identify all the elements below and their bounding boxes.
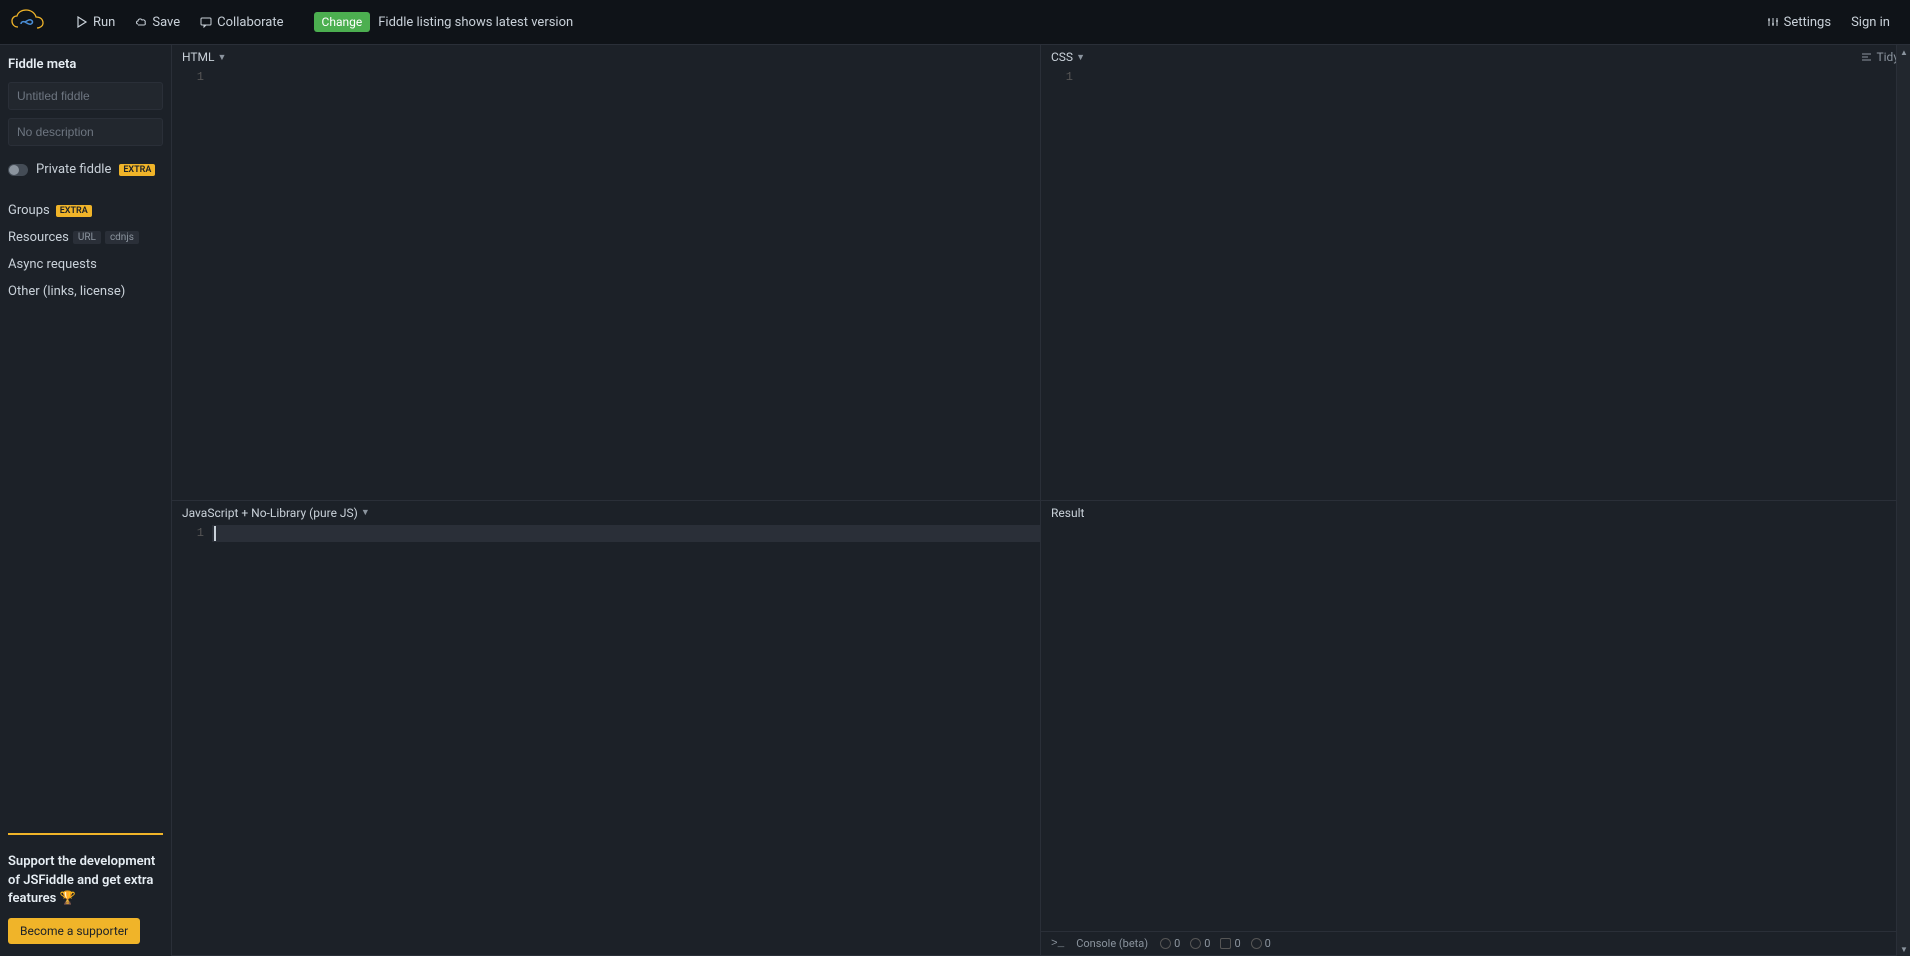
collaborate-label: Collaborate (217, 15, 283, 30)
html-editor[interactable]: 1 (172, 69, 1040, 500)
result-frame[interactable] (1041, 525, 1909, 956)
result-panel: Result >_ Console (beta) 0 0 (1041, 501, 1910, 956)
settings-label: Settings (1784, 15, 1831, 30)
js-label: JavaScript + No-Library (pure JS) (182, 506, 358, 520)
play-icon (76, 16, 88, 28)
scrollbar-vertical[interactable]: ▲ ▼ (1896, 45, 1910, 956)
support-box: Support the development of JSFiddle and … (8, 833, 163, 944)
sidebar-item-other[interactable]: Other (links, license) (8, 278, 163, 305)
chevron-down-icon: ▼ (1076, 52, 1085, 63)
private-label: Private fiddle (36, 162, 111, 177)
result-label: Result (1051, 506, 1084, 520)
css-editor[interactable]: 1 (1041, 69, 1909, 500)
info-icon (1160, 938, 1171, 949)
active-line-highlight (212, 525, 1040, 542)
result-panel-header: Result (1041, 501, 1909, 525)
cloud-save-icon (135, 16, 147, 28)
tidy-icon (1861, 52, 1872, 63)
console-label: Console (beta) (1076, 937, 1148, 950)
debug-icon (1190, 938, 1201, 949)
run-button[interactable]: Run (66, 0, 125, 45)
resources-label: Resources (8, 230, 69, 245)
css-label: CSS (1051, 50, 1073, 64)
support-button[interactable]: Become a supporter (8, 918, 140, 944)
html-gutter: 1 (172, 69, 212, 500)
text-cursor (214, 526, 216, 541)
sliders-icon (1767, 16, 1779, 28)
error-icon (1251, 938, 1262, 949)
groups-label: Groups (8, 203, 50, 218)
signin-button[interactable]: Sign in (1841, 0, 1900, 45)
async-label: Async requests (8, 257, 97, 272)
notice-text: Fiddle listing shows latest version (378, 15, 573, 30)
sidebar-item-resources[interactable]: Resources URL cdnjs (8, 224, 163, 251)
private-toggle[interactable] (8, 164, 28, 176)
console-error-counter: 0 (1251, 937, 1271, 950)
console-debug-counter: 0 (1190, 937, 1210, 950)
scroll-up-icon[interactable]: ▲ (1897, 45, 1910, 59)
js-panel-header[interactable]: JavaScript + No-Library (pure JS) ▼ (172, 501, 1040, 525)
sidebar: Fiddle meta Private fiddle EXTRA Groups … (0, 45, 172, 956)
save-button[interactable]: Save (125, 0, 190, 45)
groups-extra-badge: EXTRA (56, 205, 92, 217)
html-panel: HTML ▼ 1 (172, 45, 1041, 501)
fiddle-meta-title: Fiddle meta (8, 57, 163, 72)
html-label: HTML (182, 50, 215, 64)
editor-area: HTML ▼ 1 CSS ▼ (172, 45, 1910, 956)
console-warn-counter: 0 (1220, 937, 1240, 950)
js-editor[interactable]: 1 (172, 525, 1040, 956)
change-badge[interactable]: Change (314, 12, 371, 32)
settings-button[interactable]: Settings (1757, 0, 1841, 45)
title-input[interactable] (8, 82, 163, 110)
extra-badge: EXTRA (119, 164, 155, 176)
chevron-down-icon: ▼ (218, 52, 227, 63)
run-label: Run (93, 15, 115, 30)
description-input[interactable] (8, 118, 163, 146)
js-panel: JavaScript + No-Library (pure JS) ▼ 1 (172, 501, 1041, 956)
terminal-icon: >_ (1051, 938, 1064, 950)
css-panel-header[interactable]: CSS ▼ Tidy (1041, 45, 1909, 69)
css-panel: CSS ▼ Tidy 1 (1041, 45, 1910, 501)
html-panel-header[interactable]: HTML ▼ (172, 45, 1040, 69)
js-gutter: 1 (172, 525, 212, 956)
jsfiddle-logo[interactable] (10, 9, 46, 35)
warn-icon (1220, 938, 1231, 949)
console-bar[interactable]: >_ Console (beta) 0 0 0 (1041, 931, 1909, 955)
console-info-counter: 0 (1160, 937, 1180, 950)
top-header: Run Save Collaborate Change Fiddle listi… (0, 0, 1910, 45)
other-label: Other (links, license) (8, 284, 125, 299)
line-number: 1 (1041, 69, 1073, 86)
line-number: 1 (172, 525, 204, 542)
chevron-down-icon: ▼ (361, 507, 370, 518)
signin-label: Sign in (1851, 15, 1890, 30)
support-text: Support the development of JSFiddle and … (8, 853, 163, 908)
sidebar-item-async[interactable]: Async requests (8, 251, 163, 278)
collaborate-button[interactable]: Collaborate (190, 0, 293, 45)
css-gutter: 1 (1041, 69, 1081, 500)
scroll-down-icon[interactable]: ▼ (1897, 942, 1910, 956)
line-number: 1 (172, 69, 204, 86)
sidebar-item-groups[interactable]: Groups EXTRA (8, 197, 163, 224)
cdnjs-badge: cdnjs (105, 231, 139, 244)
save-label: Save (152, 15, 180, 30)
chat-icon (200, 16, 212, 28)
url-badge: URL (73, 231, 101, 244)
